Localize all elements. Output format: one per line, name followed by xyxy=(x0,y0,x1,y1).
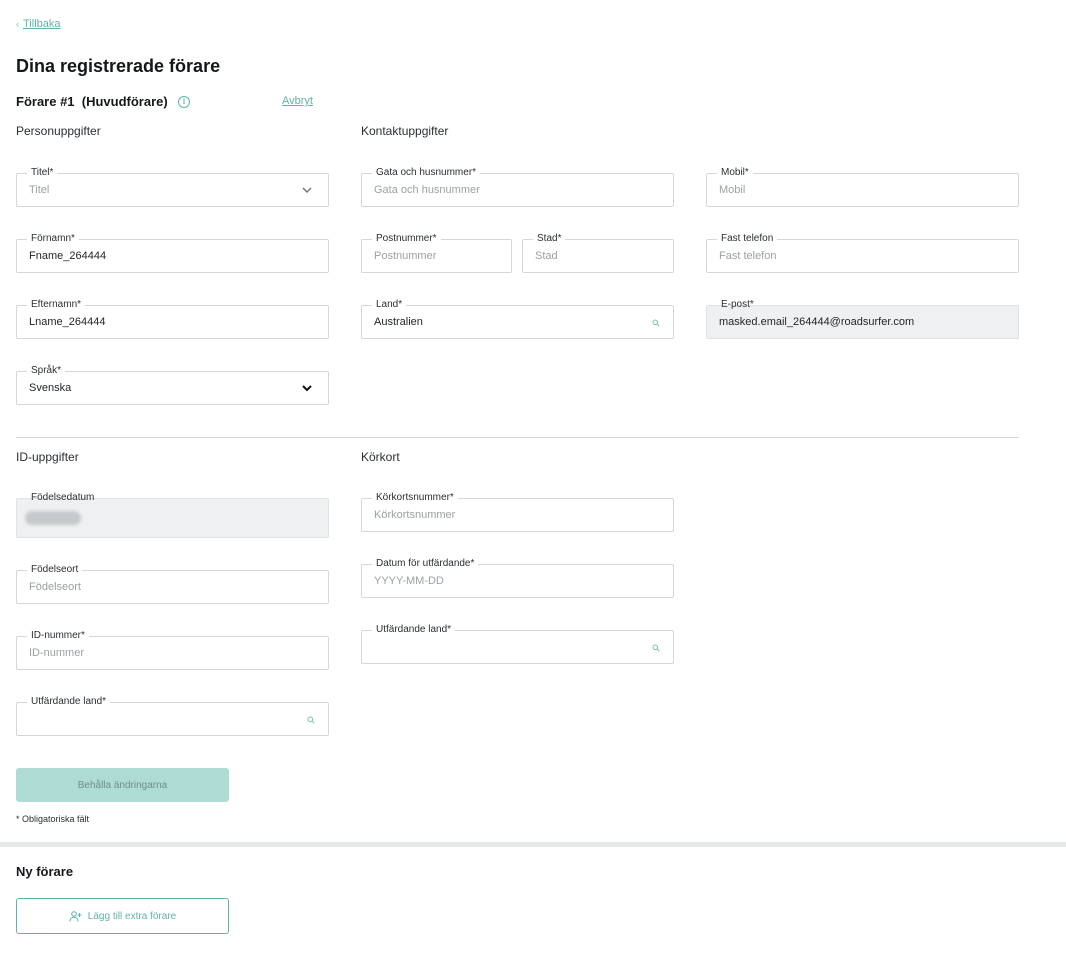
mobile-label: Mobil* xyxy=(717,166,753,180)
search-icon xyxy=(307,716,315,724)
title-label: Titel* xyxy=(27,166,58,180)
info-icon[interactable]: i xyxy=(178,96,190,108)
search-icon xyxy=(652,644,660,652)
license-issuing-country-field[interactable]: Utfärdande land* xyxy=(361,623,674,664)
add-user-icon xyxy=(69,910,82,922)
cancel-link[interactable]: Avbryt xyxy=(282,95,313,107)
info-icon-glyph: i xyxy=(182,97,186,106)
id-issuing-country-field[interactable]: Utfärdande land* xyxy=(16,695,329,736)
issue-date-placeholder: YYYY-MM-DD xyxy=(374,575,444,587)
page-title: Dina registrerade förare xyxy=(16,56,221,76)
chevron-down-icon xyxy=(302,187,312,193)
language-select[interactable]: Språk* Svenska xyxy=(16,364,329,405)
postal-code-field[interactable]: Postnummer* Postnummer xyxy=(361,232,512,273)
birth-date-label: Födelsedatum xyxy=(31,492,95,503)
chevron-down-icon xyxy=(302,385,312,392)
street-field[interactable]: Gata och husnummer* Gata och husnummer xyxy=(361,166,674,207)
language-value: Svenska xyxy=(29,382,72,394)
birth-place-placeholder: Födelseort xyxy=(29,581,81,593)
birth-place-field[interactable]: Födelseort Födelseort xyxy=(16,563,329,604)
country-label: Land* xyxy=(372,298,407,312)
language-label: Språk* xyxy=(27,364,66,378)
issue-date-field[interactable]: Datum för utfärdande* YYYY-MM-DD xyxy=(361,557,674,598)
driver-title: Förare #1 (Huvudförare) xyxy=(16,94,168,109)
id-number-placeholder: ID-nummer xyxy=(29,647,85,659)
chevron-left-icon: ‹ xyxy=(16,19,19,29)
id-number-field[interactable]: ID-nummer* ID-nummer xyxy=(16,629,329,670)
first-name-value: Fname_264444 xyxy=(29,250,107,262)
search-icon xyxy=(652,319,660,327)
email-label: E-post* xyxy=(721,299,754,310)
landline-placeholder: Fast telefon xyxy=(719,250,777,262)
section-title-contact: Kontaktuppgifter xyxy=(361,124,449,138)
section-divider xyxy=(16,437,1019,438)
id-number-label: ID-nummer* xyxy=(27,629,89,643)
back-link-label: Tillbaka xyxy=(23,18,61,30)
postal-code-placeholder: Postnummer xyxy=(374,250,437,262)
add-extra-driver-button[interactable]: Lägg till extra förare xyxy=(16,898,229,934)
id-issuing-country-label: Utfärdande land* xyxy=(27,695,111,709)
birth-date-field: Födelsedatum xyxy=(16,492,329,538)
new-driver-title: Ny förare xyxy=(16,864,74,879)
title-select[interactable]: Titel* Titel xyxy=(16,166,329,207)
section-title-license: Körkort xyxy=(361,450,400,464)
mobile-placeholder: Mobil xyxy=(719,184,746,196)
email-value: masked.email_264444@roadsurfer.com xyxy=(719,316,915,328)
redacted-value xyxy=(25,511,81,525)
last-name-label: Efternamn* xyxy=(27,298,86,312)
street-placeholder: Gata och husnummer xyxy=(374,184,480,196)
landline-label: Fast telefon xyxy=(717,232,778,246)
first-name-label: Förnamn* xyxy=(27,232,79,246)
save-changes-label: Behålla ändringarna xyxy=(77,779,168,791)
required-fields-note: * Obligatoriska fält xyxy=(16,814,90,824)
city-label: Stad* xyxy=(533,232,566,246)
last-name-value: Lname_264444 xyxy=(29,316,106,328)
issue-date-label: Datum för utfärdande* xyxy=(372,557,479,571)
add-extra-driver-label: Lägg till extra förare xyxy=(87,910,177,922)
country-value: Australien xyxy=(374,316,423,328)
landline-field[interactable]: Fast telefon Fast telefon xyxy=(706,232,1019,273)
license-number-field[interactable]: Körkortsnummer* Körkortsnummer xyxy=(361,491,674,532)
section-title-id: ID-uppgifter xyxy=(16,450,79,464)
city-field[interactable]: Stad* Stad xyxy=(522,232,674,273)
title-placeholder: Titel xyxy=(29,184,50,196)
country-field[interactable]: Land* Australien xyxy=(361,298,674,339)
last-name-field[interactable]: Efternamn* Lname_264444 xyxy=(16,298,329,339)
city-placeholder: Stad xyxy=(535,250,558,262)
section-title-personal: Personuppgifter xyxy=(16,124,101,138)
street-label: Gata och husnummer* xyxy=(372,166,481,180)
birth-place-label: Födelseort xyxy=(27,563,83,577)
email-field: E-post* masked.email_264444@roadsurfer.c… xyxy=(706,299,1019,339)
license-number-placeholder: Körkortsnummer xyxy=(374,509,456,521)
section-separator xyxy=(0,842,1066,847)
license-issuing-country-label: Utfärdande land* xyxy=(372,623,456,637)
first-name-field[interactable]: Förnamn* Fname_264444 xyxy=(16,232,329,273)
mobile-field[interactable]: Mobil* Mobil xyxy=(706,166,1019,207)
save-changes-button[interactable]: Behålla ändringarna xyxy=(16,768,229,802)
postal-code-label: Postnummer* xyxy=(372,232,441,246)
back-link[interactable]: ‹ Tillbaka xyxy=(16,18,61,30)
license-number-label: Körkortsnummer* xyxy=(372,491,458,505)
